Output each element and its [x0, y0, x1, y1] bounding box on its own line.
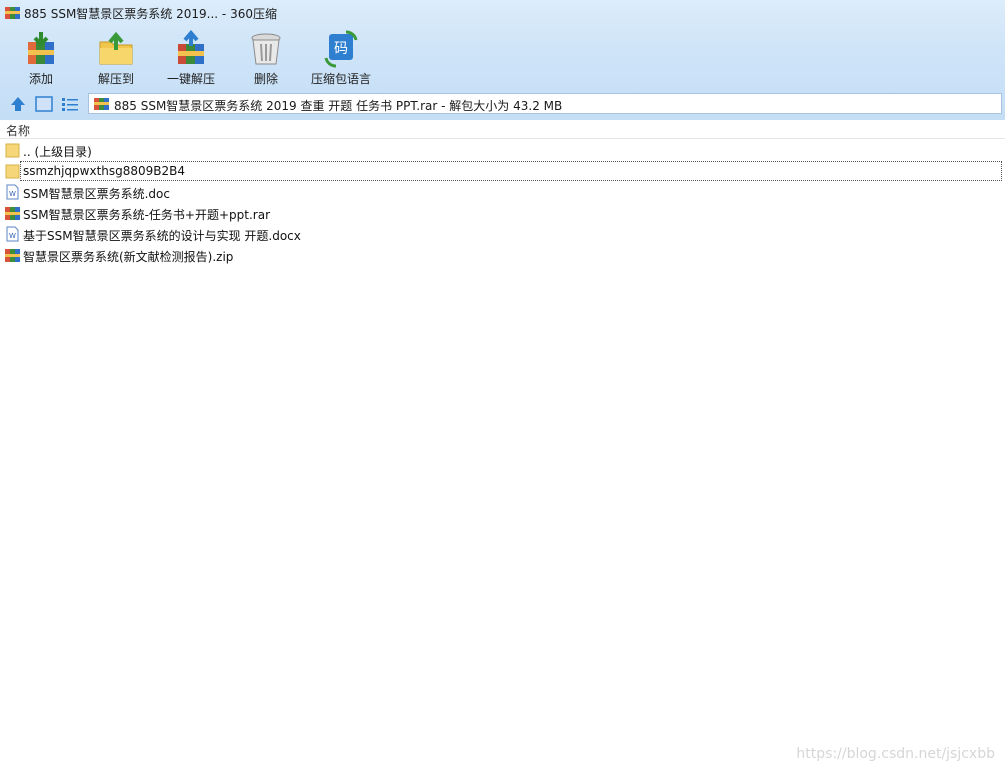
list-item[interactable]: W SSM智慧景区票务系统.doc	[0, 182, 1005, 202]
list-item-name: SSM智慧景区票务系统.doc	[23, 187, 170, 201]
window-title: 885 SSM智慧景区票务系统 2019... - 360压缩	[24, 7, 277, 21]
title-bar: 885 SSM智慧景区票务系统 2019... - 360压缩	[0, 0, 1005, 26]
extract-to-button[interactable]: 解压到	[90, 30, 142, 88]
up-arrow-icon[interactable]	[8, 94, 28, 114]
svg-text:码: 码	[334, 41, 348, 57]
archive-language-button[interactable]: 码 压缩包语言	[308, 30, 374, 88]
extract-to-label: 解压到	[97, 72, 134, 86]
one-click-extract-button[interactable]: 一键解压	[162, 30, 220, 88]
delete-button[interactable]: 删除	[242, 30, 290, 88]
svg-text:W: W	[9, 190, 16, 198]
svg-text:W: W	[9, 232, 16, 240]
navigation-bar: 885 SSM智慧景区票务系统 2019 查重 开题 任务书 PPT.rar -…	[0, 91, 1005, 117]
list-item-name: 基于SSM智慧景区票务系统的设计与实现 开题.docx	[23, 229, 301, 243]
list-item[interactable]: 智慧景区票务系统(新文献检测报告).zip	[0, 245, 1005, 265]
list-view-icon[interactable]	[60, 94, 80, 114]
list-item-name: SSM智慧景区票务系统-任务书+开题+ppt.rar	[23, 208, 271, 222]
trash-can-icon	[251, 33, 281, 65]
folder-icon	[5, 164, 20, 179]
top-toolbar-area: 885 SSM智慧景区票务系统 2019... - 360压缩 添加 解压到 一…	[0, 0, 1005, 121]
add-label: 添加	[28, 72, 53, 86]
add-archive-icon	[28, 32, 54, 64]
list-item-name: .. (上级目录)	[23, 145, 92, 159]
rar-archive-icon	[94, 98, 109, 110]
list-item[interactable]: ssmzhjqpwxthsg8809B2B4	[5, 161, 1002, 181]
column-header-label: 名称	[6, 124, 31, 138]
one-click-extract-label: 一键解压	[166, 72, 215, 86]
app-archive-icon	[5, 7, 20, 19]
address-bar[interactable]: 885 SSM智慧景区票务系统 2019 查重 开题 任务书 PPT.rar -…	[88, 93, 1002, 114]
file-list: 名称 .. (上级目录) ssmzhjqpwxthsg8809B2B4 W SS…	[0, 120, 1005, 772]
delete-label: 删除	[253, 72, 278, 86]
language-code-icon: 码	[324, 30, 358, 68]
rar-archive-icon	[5, 207, 20, 220]
word-doc-icon: W	[6, 184, 19, 200]
archive-language-label: 压缩包语言	[310, 72, 371, 86]
address-text: 885 SSM智慧景区票务系统 2019 查重 开题 任务书 PPT.rar -…	[114, 99, 563, 113]
list-item[interactable]: W 基于SSM智慧景区票务系统的设计与实现 开题.docx	[0, 224, 1005, 244]
list-item-name: 智慧景区票务系统(新文献检测报告).zip	[23, 250, 234, 264]
list-item-name: ssmzhjqpwxthsg8809B2B4	[23, 164, 186, 178]
thumbnail-view-icon[interactable]	[34, 94, 54, 114]
extract-folder-icon	[99, 31, 133, 65]
list-item[interactable]: SSM智慧景区票务系统-任务书+开题+ppt.rar	[0, 203, 1005, 223]
list-item[interactable]: .. (上级目录)	[0, 140, 1005, 160]
watermark: https://blog.csdn.net/jsjcxbb	[796, 746, 995, 762]
one-click-extract-icon	[178, 30, 204, 64]
zip-archive-icon	[5, 249, 20, 262]
add-button[interactable]: 添加	[16, 30, 66, 88]
column-header-name[interactable]: 名称	[0, 120, 1005, 139]
word-doc-icon: W	[6, 226, 19, 242]
folder-icon	[5, 143, 20, 158]
